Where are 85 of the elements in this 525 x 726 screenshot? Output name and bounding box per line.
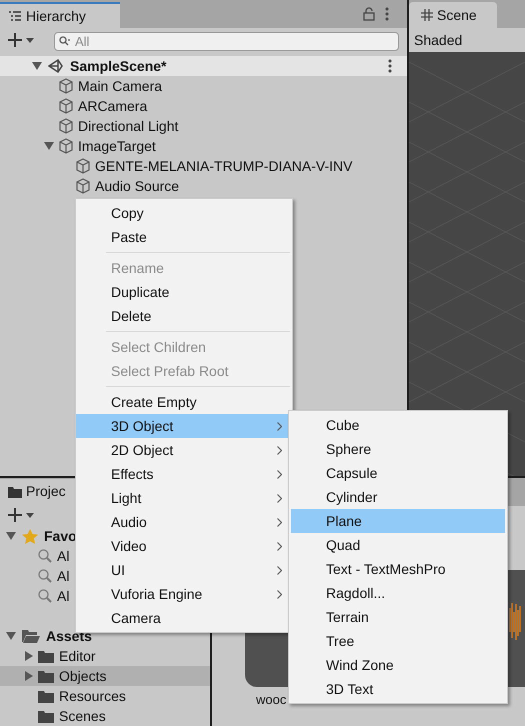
more-icon[interactable] (385, 7, 389, 21)
expand-arrow-icon[interactable] (32, 62, 42, 70)
chevron-right-icon (277, 518, 282, 526)
folder-icon (8, 486, 22, 498)
chevron-right-icon (277, 566, 282, 574)
menu-item[interactable]: Vuforia Engine (76, 582, 292, 606)
chevron-right-icon (277, 470, 282, 478)
scene-tab[interactable]: Scene (409, 2, 497, 28)
add-button[interactable] (8, 508, 34, 522)
shading-mode[interactable]: Shaded (414, 30, 462, 50)
lock-icon[interactable] (363, 7, 375, 21)
hierarchy-item[interactable]: ImageTarget (78, 136, 156, 156)
menu-item[interactable]: UI (76, 558, 292, 582)
search-icon (38, 589, 52, 603)
expand-arrow-icon[interactable] (25, 651, 33, 661)
search-icon (38, 569, 52, 583)
cube-icon (58, 78, 74, 94)
folder-row[interactable]: Scenes (0, 706, 210, 726)
menu-item[interactable]: Video (76, 534, 292, 558)
folder-icon (38, 650, 54, 662)
menu-item[interactable]: Tree (291, 629, 505, 653)
expand-arrow-icon[interactable] (6, 632, 16, 640)
plus-icon (8, 33, 22, 47)
search-field[interactable]: All (54, 32, 399, 51)
menu-item[interactable]: Cylinder (291, 485, 505, 509)
open-folder-icon (22, 629, 40, 643)
menu-item[interactable]: Wind Zone (291, 653, 505, 677)
favorites-label[interactable]: Favo (44, 526, 77, 546)
menu-item[interactable]: Text - TextMeshPro (291, 557, 505, 581)
menu-item[interactable]: Plane (291, 509, 505, 533)
caret-icon (26, 512, 34, 518)
unity-logo-icon (48, 58, 64, 74)
hierarchy-item[interactable]: Directional Light (78, 116, 178, 136)
chevron-right-icon (277, 422, 282, 430)
favorite-item[interactable]: Al (57, 586, 70, 606)
grid-icon (421, 9, 433, 21)
hierarchy-item[interactable]: Audio Source (95, 176, 180, 196)
hierarchy-item[interactable]: ARCamera (78, 96, 148, 116)
menu-item[interactable]: Paste (76, 225, 292, 249)
list-icon (8, 10, 22, 22)
folder-row[interactable]: Editor (0, 646, 210, 666)
folder-icon (38, 670, 54, 682)
search-icon (59, 36, 71, 46)
expand-arrow-icon[interactable] (44, 142, 54, 150)
menu-item[interactable]: Create Empty (76, 390, 292, 414)
hierarchy-item[interactable]: Main Camera (78, 76, 162, 96)
favorite-item[interactable]: Al (57, 546, 70, 566)
chevron-right-icon (277, 590, 282, 598)
menu-item[interactable]: Sphere (291, 437, 505, 461)
hierarchy-tab[interactable]: Hierarchy (0, 2, 120, 28)
menu-item[interactable]: Duplicate (76, 280, 292, 304)
menu-item[interactable]: Capsule (291, 461, 505, 485)
menu-item[interactable]: 3D Text (291, 677, 505, 701)
favorite-item[interactable]: Al (57, 566, 70, 586)
folder-icon (38, 690, 54, 702)
folder-row[interactable]: Objects (0, 666, 210, 686)
cube-icon (58, 118, 74, 134)
add-button[interactable] (8, 33, 34, 47)
plus-icon (8, 508, 22, 522)
cube-icon (58, 98, 74, 114)
menu-item[interactable]: Delete (76, 304, 292, 328)
chevron-right-icon (277, 446, 282, 454)
more-icon[interactable] (388, 59, 392, 73)
search-icon (38, 549, 52, 563)
waveform-drawing (509, 602, 521, 640)
expand-arrow-icon[interactable] (25, 671, 33, 681)
caret-icon (26, 38, 34, 42)
expand-arrow-icon[interactable] (6, 532, 16, 540)
chevron-right-icon (277, 542, 282, 550)
asset-label: wooc (256, 691, 286, 709)
folder-icon (38, 710, 54, 722)
cube-icon (75, 158, 91, 174)
menu-item[interactable]: Terrain (291, 605, 505, 629)
menu-item[interactable]: Copy (76, 201, 292, 225)
menu-item[interactable]: Quad (291, 533, 505, 557)
menu-item[interactable]: Cube (291, 413, 505, 437)
menu-item[interactable]: Audio (76, 510, 292, 534)
hierarchy-item[interactable]: GENTE-MELANIA-TRUMP-DIANA-V-INV (95, 156, 352, 176)
chevron-right-icon (277, 494, 282, 502)
folder-row[interactable]: Resources (0, 686, 210, 706)
cube-icon (58, 138, 74, 154)
menu-item[interactable]: 2D Object (76, 438, 292, 462)
star-icon (22, 528, 38, 544)
menu-item[interactable]: Ragdoll... (291, 581, 505, 605)
cube-icon (75, 178, 91, 194)
